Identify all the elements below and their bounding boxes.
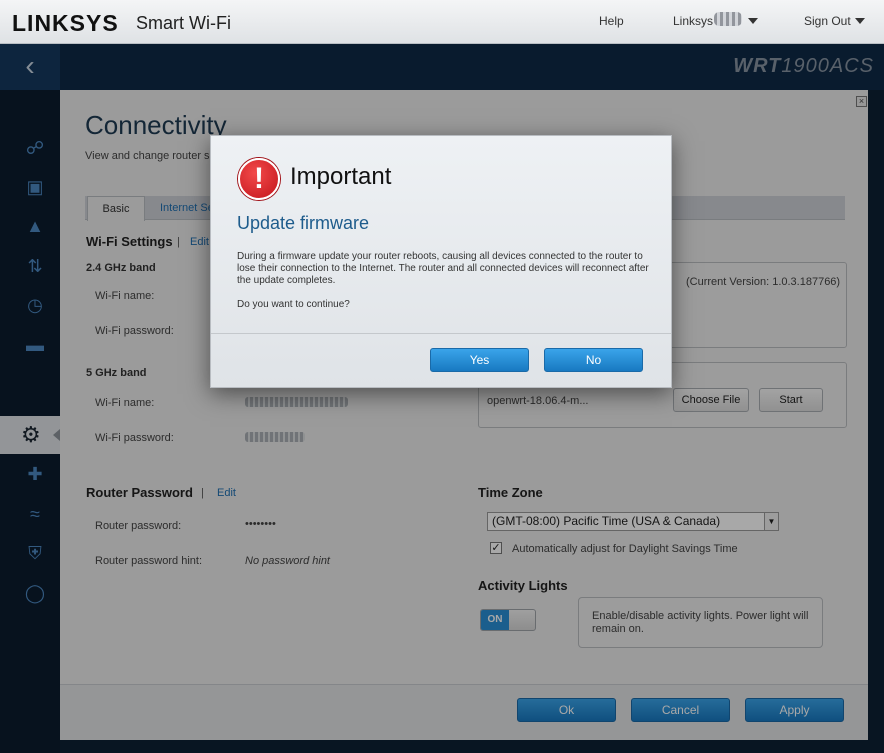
dialog-title: Important <box>290 163 392 190</box>
alert-exclamation-icon: ! <box>238 158 280 200</box>
dialog-divider <box>211 333 671 334</box>
dialog-question: Do you want to continue? <box>237 299 350 310</box>
sign-out-link[interactable]: Sign Out <box>804 14 851 28</box>
help-link[interactable]: Help <box>599 14 624 28</box>
yes-button[interactable]: Yes <box>430 348 529 372</box>
linksys-logo: LINKSYS <box>12 10 119 36</box>
no-button[interactable]: No <box>544 348 643 372</box>
user-name-redacted <box>714 12 742 26</box>
dialog-message: During a firmware update your router reb… <box>237 251 649 286</box>
smart-wifi-label: Smart Wi-Fi <box>136 13 231 33</box>
user-menu[interactable]: Linksys <box>673 14 713 28</box>
sign-out-caret-icon[interactable] <box>855 18 865 24</box>
dialog-subtitle: Update firmware <box>237 213 370 233</box>
user-menu-caret-icon[interactable] <box>748 18 758 24</box>
